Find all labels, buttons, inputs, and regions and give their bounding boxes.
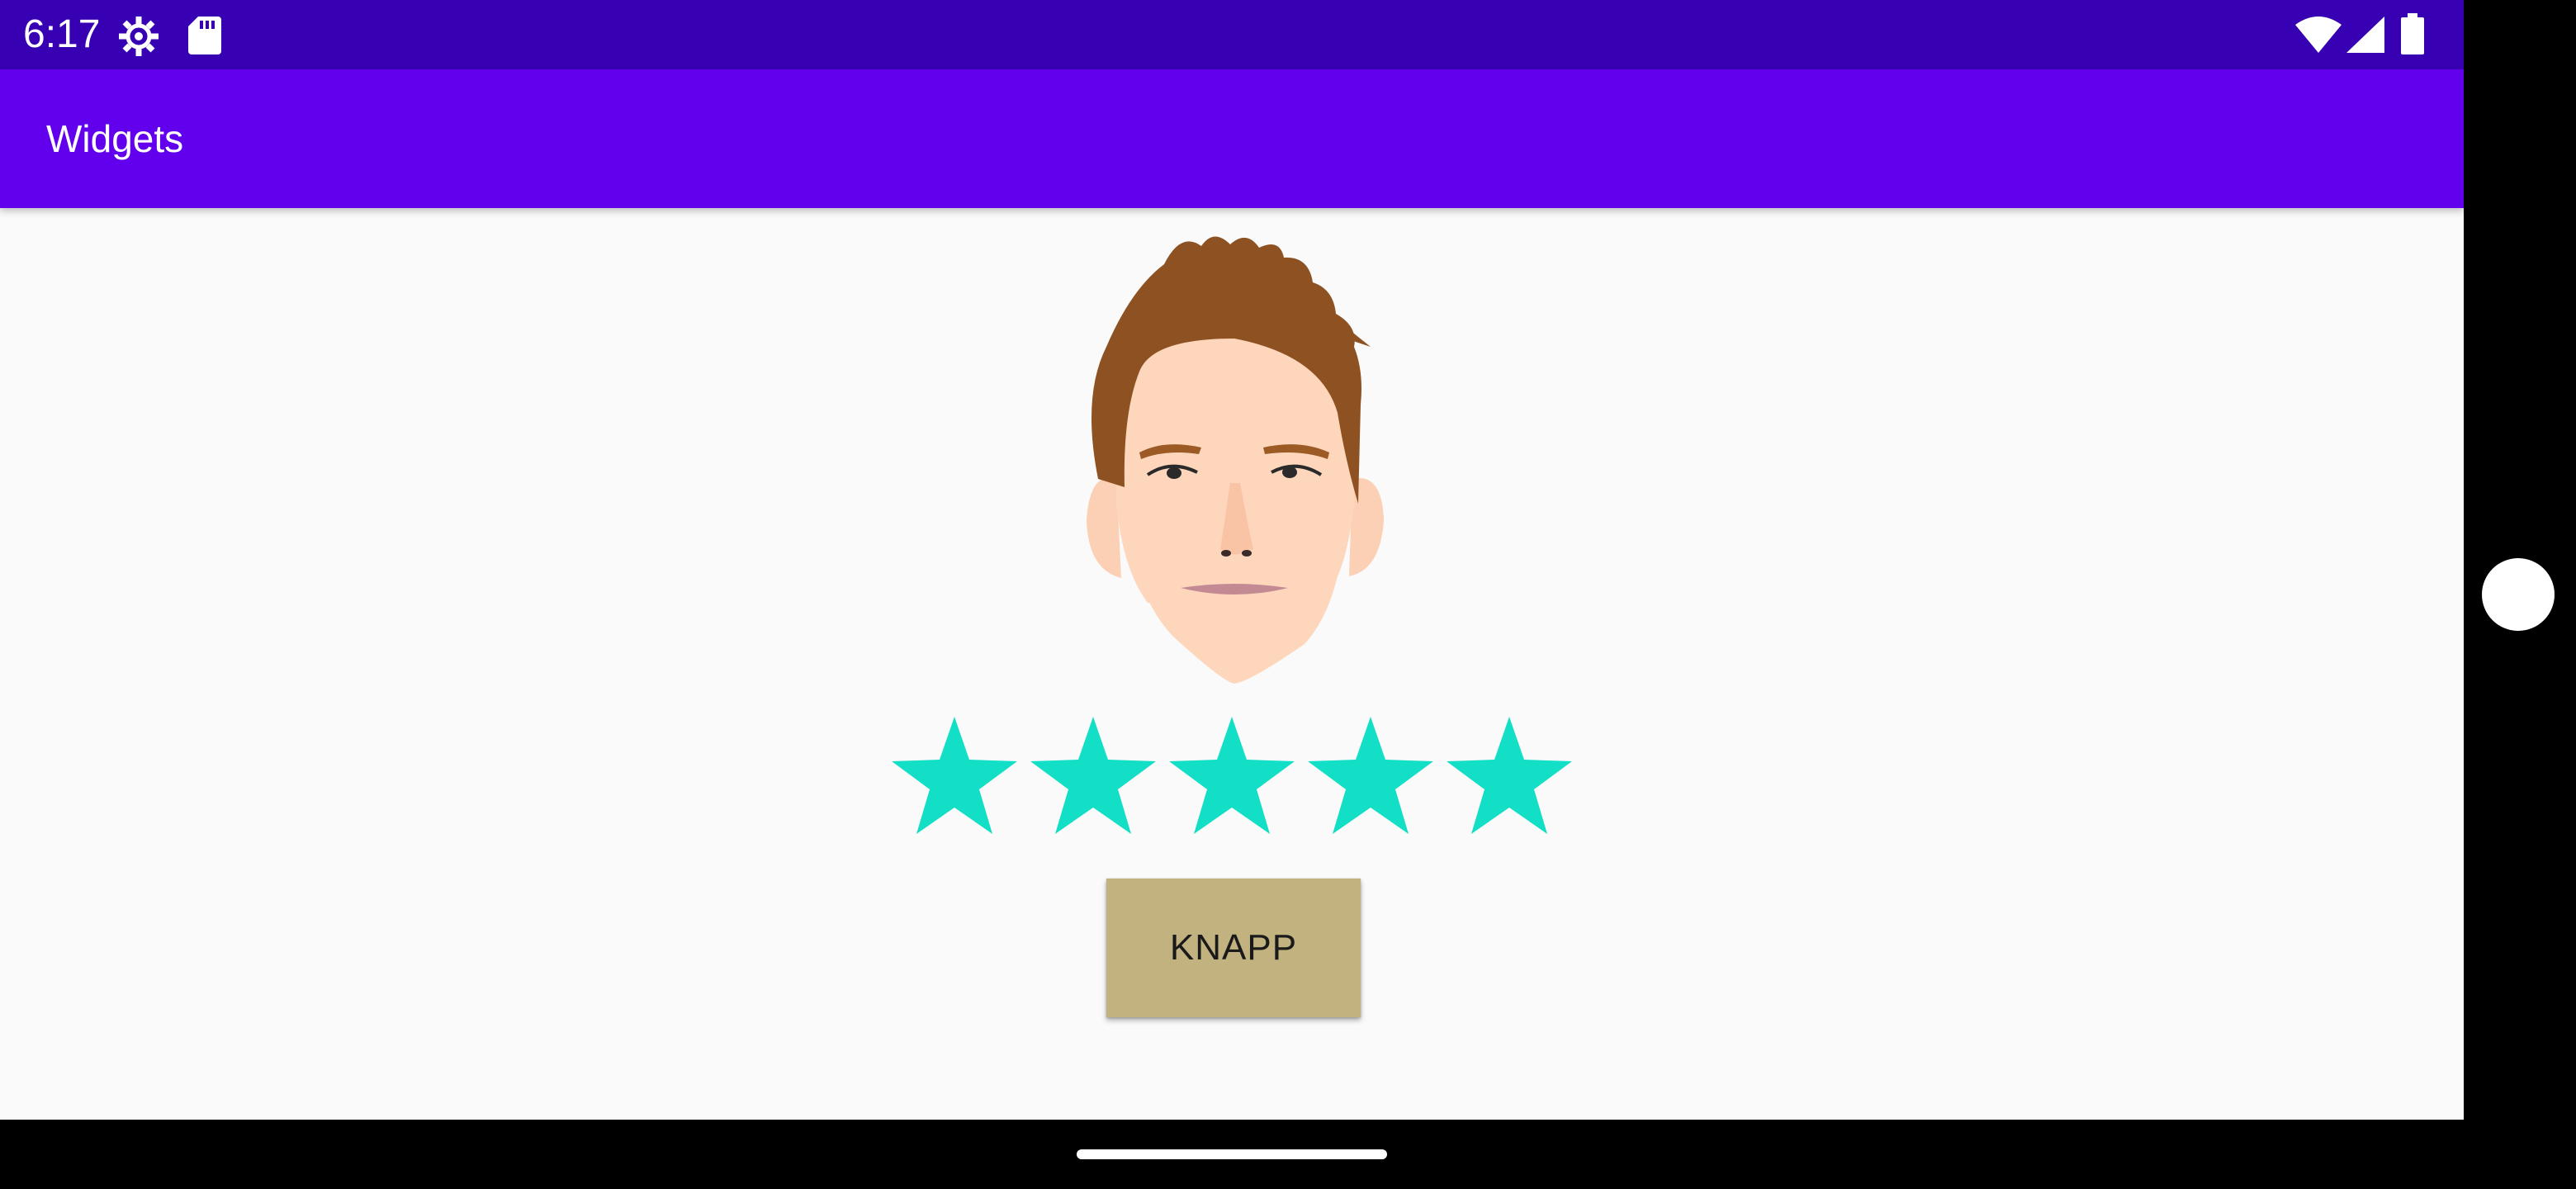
rating-star-4[interactable] xyxy=(1306,717,1435,839)
settings-gear-icon xyxy=(119,17,159,56)
rating-bar[interactable] xyxy=(890,717,1584,849)
app-bar: Widgets xyxy=(0,69,2464,208)
rating-star-5[interactable] xyxy=(1445,717,1574,839)
cell-signal-icon xyxy=(2346,17,2384,53)
device-screen: 6:17 Widgets KNAPP xyxy=(0,0,2576,1189)
status-bar: 6:17 xyxy=(0,0,2464,69)
face-portrait-icon xyxy=(1087,236,1384,684)
home-gesture-bar[interactable] xyxy=(1077,1149,1387,1159)
rating-star-1[interactable] xyxy=(890,717,1019,839)
knapp-button[interactable]: KNAPP xyxy=(1106,879,1361,1017)
rating-star-2[interactable] xyxy=(1029,717,1158,839)
wifi-icon xyxy=(2295,17,2342,53)
app-window: 6:17 Widgets KNAPP xyxy=(0,0,2464,1120)
rating-star-3[interactable] xyxy=(1167,717,1296,839)
status-time: 6:17 xyxy=(23,12,101,56)
side-handle[interactable] xyxy=(2482,558,2555,631)
sd-card-icon xyxy=(188,17,221,54)
battery-icon xyxy=(2401,13,2424,54)
app-title: Widgets xyxy=(46,117,184,160)
